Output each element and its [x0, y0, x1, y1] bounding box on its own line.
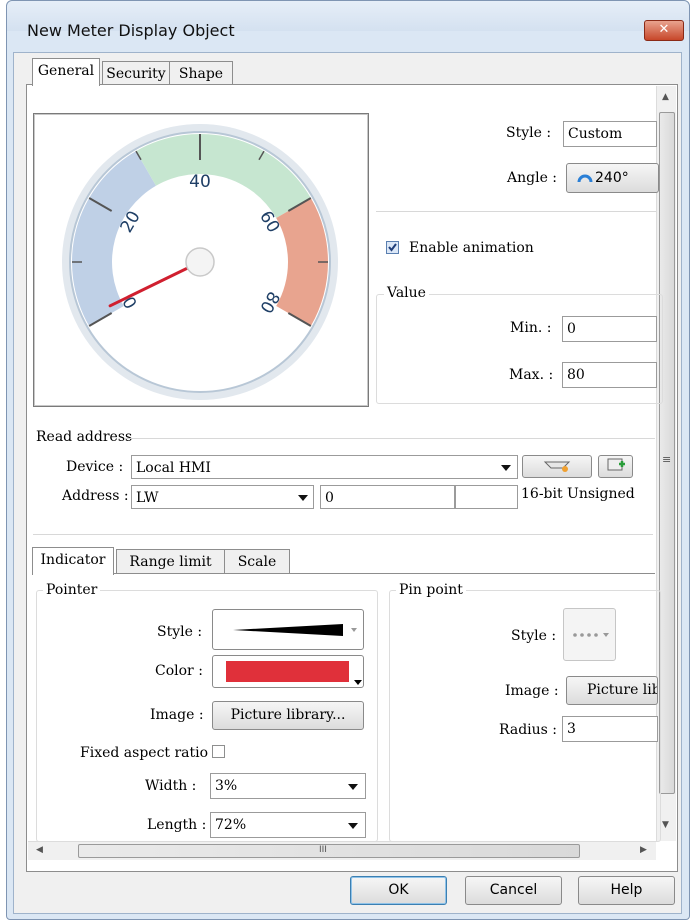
pin-point: [185, 247, 215, 277]
read-address-divider: [125, 438, 655, 439]
meter-graphic: 020406080: [62, 124, 338, 400]
help-button[interactable]: Help: [578, 876, 675, 905]
cancel-button[interactable]: Cancel: [465, 876, 562, 905]
tab-security[interactable]: Security: [102, 61, 170, 86]
pointer-length-value: 72%: [215, 817, 247, 833]
tab-general[interactable]: General: [32, 58, 100, 86]
horizontal-scrollbar[interactable]: ◀ III ▶: [28, 841, 656, 860]
max-input[interactable]: 80: [562, 362, 657, 388]
pointer-picture-library-button[interactable]: Picture library...: [212, 701, 364, 730]
chevron-down-icon: [298, 495, 308, 501]
pin-style-select[interactable]: [563, 608, 616, 661]
data-format-label: 16-bit Unsigned: [521, 486, 635, 502]
pointer-image-label: Image :: [150, 707, 204, 723]
pointer-color-label: Color :: [155, 663, 203, 679]
divider: [376, 211, 656, 212]
read-address-title: Read address: [36, 429, 133, 445]
chevron-down-icon: [354, 680, 362, 685]
tab-general-label: General: [37, 63, 95, 79]
tab-scale-label: Scale: [237, 554, 277, 570]
pin-radius-label: Radius :: [499, 722, 558, 738]
value-group-title: Value: [384, 285, 429, 301]
tab-shape-label: Shape: [178, 66, 224, 82]
fixed-aspect-checkbox[interactable]: [212, 745, 225, 758]
pin-radius-input[interactable]: 3: [562, 716, 658, 742]
tick-label: 40: [189, 172, 211, 192]
pointer-shape-icon: [233, 624, 357, 636]
window-title: New Meter Display Object: [27, 21, 235, 40]
device-value: Local HMI: [136, 460, 211, 476]
angle-label: Angle :: [507, 170, 558, 186]
address-label: Address :: [62, 488, 129, 504]
address-type-value: LW: [136, 490, 159, 506]
min-input[interactable]: 0: [562, 316, 657, 342]
pointer-group-title: Pointer: [43, 582, 101, 598]
pointer-length-select[interactable]: 72%: [210, 812, 366, 838]
device-select[interactable]: Local HMI: [131, 455, 518, 479]
tab-shape[interactable]: Shape: [169, 61, 233, 86]
pointer-width-value: 3%: [215, 778, 238, 794]
device-label: Device :: [66, 459, 124, 475]
chevron-down-icon: [501, 465, 511, 471]
address-type-select[interactable]: LW: [131, 485, 314, 509]
pointer-style-label: Style :: [157, 624, 203, 640]
pointer-width-select[interactable]: 3%: [210, 773, 366, 799]
pin-image-label: Image :: [505, 683, 559, 699]
scroll-down-icon[interactable]: ▼: [662, 820, 669, 830]
scroll-left-icon[interactable]: ◀: [36, 845, 43, 855]
scroll-right-icon[interactable]: ▶: [640, 845, 647, 855]
subtab-baseline: [112, 573, 655, 574]
check-icon: [388, 243, 397, 252]
tab-indicator-label: Indicator: [40, 552, 106, 568]
tab-range-limit-label: Range limit: [129, 554, 212, 570]
scroll-up-icon[interactable]: ▲: [662, 92, 669, 102]
pin-dots-icon: [573, 633, 609, 637]
ok-button[interactable]: OK: [350, 876, 447, 905]
tab-scale[interactable]: Scale: [224, 549, 290, 574]
add-device-button[interactable]: [598, 455, 633, 478]
angle-value: 240°: [595, 170, 629, 186]
pointer-length-label: Length :: [147, 817, 207, 833]
pointer-color-picker[interactable]: [212, 655, 364, 688]
enable-animation-label: Enable animation: [409, 240, 534, 256]
grip-icon: III: [319, 845, 327, 855]
fixed-aspect-label: Fixed aspect ratio :: [80, 745, 218, 761]
angle-button[interactable]: 240°: [566, 163, 659, 193]
tab-security-label: Security: [106, 66, 166, 82]
tab-indicator[interactable]: Indicator: [32, 547, 114, 575]
close-icon: ✕: [658, 22, 670, 37]
meter-preview: 0 20 40 60 80: [33, 113, 369, 407]
device-settings-button[interactable]: [522, 455, 592, 478]
address-extra-input[interactable]: [455, 485, 518, 509]
enable-animation-checkbox[interactable]: [386, 241, 399, 254]
max-label: Max. :: [509, 367, 554, 383]
add-icon: [607, 458, 625, 471]
tab-range-limit[interactable]: Range limit: [116, 549, 225, 574]
style-label: Style :: [506, 125, 552, 141]
device-settings-icon: [543, 461, 571, 472]
horizontal-scroll-thumb[interactable]: III: [78, 844, 580, 858]
scroll-thumb[interactable]: ≡: [659, 112, 675, 794]
pointer-width-label: Width :: [145, 778, 197, 794]
style-select[interactable]: Custom: [563, 121, 657, 147]
chevron-down-icon: [348, 823, 358, 829]
pin-point-group-title: Pin point: [396, 582, 466, 598]
pointer-style-select[interactable]: [212, 609, 364, 650]
address-input[interactable]: 0: [320, 485, 455, 509]
pin-picture-library-button[interactable]: Picture lib: [566, 676, 658, 705]
section-divider: [33, 534, 653, 535]
min-label: Min. :: [510, 320, 552, 336]
title-bar: New Meter Display Object ✕: [7, 1, 689, 41]
pin-style-label: Style :: [511, 628, 557, 644]
chevron-down-icon: [348, 784, 358, 790]
grip-icon: ≡: [662, 453, 672, 466]
close-button[interactable]: ✕: [644, 20, 684, 41]
angle-icon: [577, 174, 593, 183]
pointer-color-swatch: [226, 661, 349, 682]
